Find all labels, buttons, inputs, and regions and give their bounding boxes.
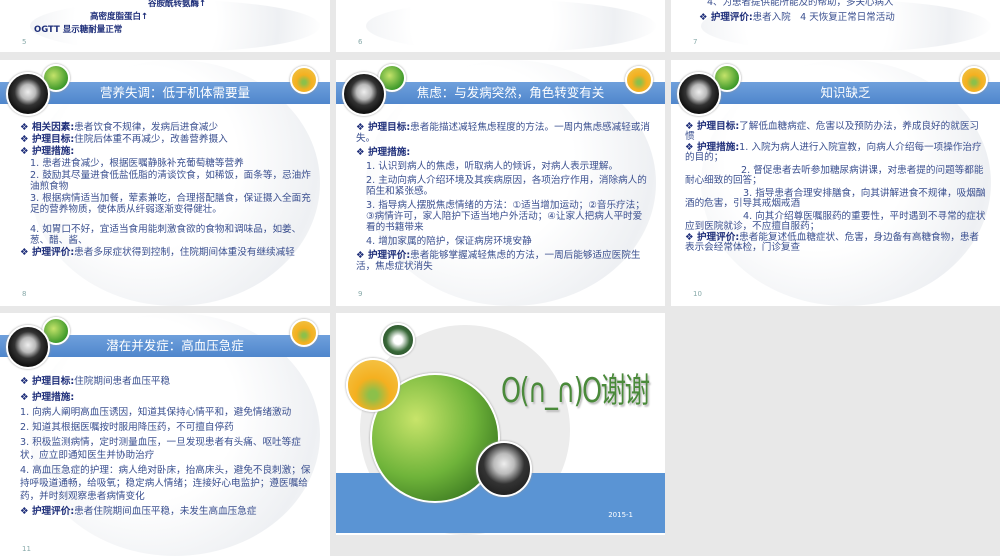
slide-title: 焦虑：与发病突然，角色转变有关: [416, 85, 605, 100]
eval-text: 患者入院 4 天恢复正常日常活动: [752, 12, 895, 23]
slide-number: 6: [358, 38, 363, 46]
slide-text: OGTT 显示糖耐量正常: [34, 25, 123, 35]
slide-text: 谷胺酰转氨酶↑: [148, 0, 207, 9]
bullet-item: ❖ 护理目标:住院后体重不再减少，改善营养摄入: [20, 134, 228, 145]
step-item: 4. 如胃口不好，宜适当食用能刺激食欲的食物和调味品，如姜、葱、醋、酱、: [30, 224, 302, 246]
step-item: 2. 鼓励其尽量进食低盐低脂的清谈饮食，如稀饭，面条等，忌油炸油煎食物: [30, 170, 311, 192]
slide-body: ❖ 护理目标:了解低血糖病症、危害以及预防办法，养成良好的就医习惯 ❖ 护理措施…: [685, 122, 986, 254]
slide-number: 11: [22, 545, 31, 553]
evaluation-line: ❖ 护理评价:患者能复述低血糖症状、危害，身边备有高糖食物，患者表示会经常体检，…: [685, 232, 980, 253]
slide-thumbnail-5[interactable]: 谷胺酰转氨酶↑ 高密度脂蛋白↑ OGTT 显示糖耐量正常 5: [0, 0, 330, 52]
slide-thumbnail-12[interactable]: O(∩_∩)O谢谢 2015-1: [336, 313, 665, 535]
dandelion-image-icon: [342, 72, 386, 116]
evaluation-line: ❖ 护理评价:患者住院期间血压平稳，未发生高血压急症: [20, 506, 257, 517]
slide-number: 8: [22, 290, 27, 298]
step-item: 2. 督促患者去听参加糖尿病讲课，对患者提的问题等都能耐心细致的回答；: [685, 165, 984, 186]
step-item: 3. 积极监测病情，定时测量血压，一旦发现患者有头痛、呕吐等症状，应立即通知医生…: [20, 437, 301, 461]
slide-thumbnail-6[interactable]: 6: [336, 0, 665, 52]
slide-text: 高密度脂蛋白↑: [90, 12, 149, 22]
bullet-item: ❖ 护理目标:住院期间患者血压平稳: [20, 376, 171, 387]
dandelion-image-icon: [476, 441, 532, 497]
step-item: 4. 高血压急症的护理：病人绝对卧床，抬高床头，避免不良刺激；保持呼吸道通畅，给…: [20, 465, 311, 502]
step-item: 2. 主动向病人介绍环境及其疾病原因，各项治疗作用，消除病人的陌生和紧张感。: [366, 175, 647, 197]
step-item: 1. 向病人阐明高血压诱因，知道其保持心情平和，避免情绪激动: [20, 407, 292, 418]
bullet: ❖: [699, 12, 711, 23]
bullet-item: ❖ 护理措施:: [20, 146, 75, 157]
step-item: 4. 向其介绍尊医嘱服药的重要性，平时遇到不寻常的症状应到医院就诊，不应擅自服药…: [685, 211, 986, 232]
bullet-item: ❖ 护理目标:了解低血糖病症、危害以及预防办法，养成良好的就医习惯: [685, 121, 980, 142]
flower-image-icon: [381, 323, 415, 357]
slide-body: ❖ 护理目标:患者能描述减轻焦虑程度的方法。一周内焦虑感减轻或消失。 ❖ 护理措…: [356, 122, 651, 273]
slide-body: ❖ 相关因素:患者饮食不规律，发病后进食减少 ❖ 护理目标:住院后体重不再减少，…: [20, 122, 316, 259]
tulip-image-icon: [290, 66, 318, 94]
evaluation-line: ❖ 护理评价:患者能够掌握减轻焦虑的方法，一周后能够适应医院生活，焦虑症状消失: [356, 250, 641, 272]
step-item: 3. 指导病人摆脱焦虑情绪的方法：①适当增加运动；②音乐疗法；③病情许可，家人陪…: [366, 200, 645, 233]
slide-thumbnail-11[interactable]: 潜在并发症：高血压急症 ❖ 护理目标:住院期间患者血压平稳 ❖ 护理措施: 1.…: [0, 313, 330, 556]
slide-body: ❖ 护理目标:住院期间患者血压平稳 ❖ 护理措施: 1. 向病人阐明高血压诱因，…: [20, 375, 316, 519]
slide-thumbnail-10[interactable]: 知识缺乏 ❖ 护理目标:了解低血糖病症、危害以及预防办法，养成良好的就医习惯 ❖…: [671, 60, 1000, 306]
step-item: 3. 指导患者合理安排膳食，向其讲解进食不规律，吸烟酗酒的危害，引导其戒烟戒酒: [685, 188, 986, 209]
step-item: 3. 根据病情适当加餐，荤素兼吃，合理搭配膳食，保证摄入全面充足的营养物质，使体…: [30, 193, 311, 215]
background-arc: [366, 0, 656, 52]
slide-number: 9: [358, 290, 363, 298]
dandelion-image-icon: [677, 72, 721, 116]
slide-title: 潜在并发症：高血压急症: [106, 338, 244, 353]
tulip-image-icon: [960, 66, 988, 94]
dandelion-image-icon: [6, 325, 50, 369]
bullet-item: ❖ 护理措施:1. 入院为病人进行入院宣教，向病人介绍每一项操作治疗的目的；: [685, 142, 982, 163]
slide-thumbnail-9[interactable]: 焦虑：与发病突然，角色转变有关 ❖ 护理目标:患者能描述减轻焦虑程度的方法。一周…: [336, 60, 665, 306]
eval-label: 护理评价:: [710, 12, 753, 23]
evaluation-line: ❖ 护理评价:患者入院 4 天恢复正常日常活动: [699, 9, 895, 23]
slide-number: 7: [693, 38, 698, 46]
bullet-item: ❖ 护理措施:: [356, 147, 411, 158]
step-item: 1. 患者进食减少，根据医嘱静脉补充葡萄糖等营养: [30, 158, 244, 169]
step-item: 1. 认识到病人的焦虑，听取病人的倾诉，对病人表示理解。: [366, 161, 619, 172]
tulip-image-icon: [346, 358, 400, 412]
bullet-item: ❖ 护理目标:患者能描述减轻焦虑程度的方法。一周内焦虑感减轻或消失。: [356, 122, 651, 144]
bullet-item: ❖ 相关因素:患者饮食不规律，发病后进食减少: [20, 122, 219, 133]
bullet-item: ❖ 护理措施:: [20, 392, 75, 403]
step-item: 2. 知道其根据医嘱按时服用降压药，不可擅自停药: [20, 422, 234, 433]
thanks-title: O(∩_∩)O谢谢: [501, 371, 650, 411]
tulip-image-icon: [290, 319, 318, 347]
slide-title: 营养失调：低于机体需要量: [99, 85, 250, 100]
slide-thumbnail-8[interactable]: 营养失调：低于机体需要量 ❖ 相关因素:患者饮食不规律，发病后进食减少 ❖ 护理…: [0, 60, 330, 306]
tulip-image-icon: [625, 66, 653, 94]
slide-number: 10: [693, 290, 702, 298]
evaluation-line: ❖ 护理评价:患者多尿症状得到控制，住院期间体重没有继续减轻: [20, 247, 295, 258]
step-item: 4. 增加家属的陪护，保证病房环境安静: [366, 236, 532, 247]
slide-text: 4、为患者提供能所能及的帮助，多关心病人: [707, 0, 894, 8]
dandelion-image-icon: [6, 72, 50, 116]
date-label: 2015-1: [608, 511, 633, 519]
slide-number: 5: [22, 38, 27, 46]
slide-thumbnail-7[interactable]: 4、为患者提供能所能及的帮助，多关心病人 ❖ 护理评价:患者入院 4 天恢复正常…: [671, 0, 1000, 52]
slide-title: 知识缺乏: [820, 85, 871, 100]
